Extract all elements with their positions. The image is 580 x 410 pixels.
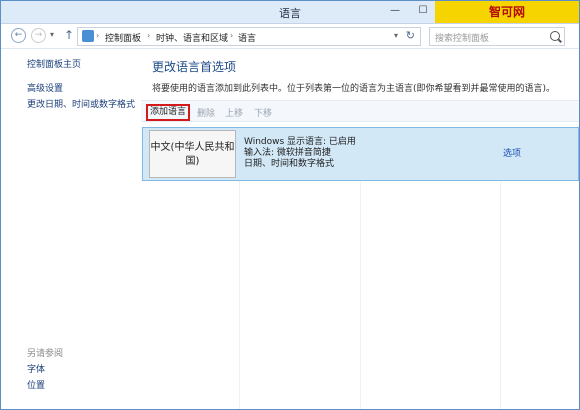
see-also-heading: 另请参阅 [27,349,64,359]
sidebar-advanced-settings-link[interactable]: 高级设置 [27,81,63,94]
title-bar: 语言 — ☐ 智可网 www.hzhike.com [1,1,579,41]
language-options-link[interactable]: 选项 [503,146,521,159]
breadcrumb-separator: › [96,31,100,40]
format-status: 日期、时间和数字格式 [244,159,335,169]
forward-button[interactable]: → [31,28,46,43]
main-content: 更改语言首选项 将要使用的语言添加到此列表中。位于列表第一位的语言为主语言(即你… [141,49,579,409]
column-divider [500,179,501,409]
language-toolbar: 添加语言 删除 上移 下移 [141,100,579,122]
display-language-status: Windows 显示语言: 已启用 [244,137,356,147]
breadcrumb-separator: › [147,31,151,40]
search-input[interactable]: 搜索控制面板 [429,27,565,46]
breadcrumb-language[interactable]: 语言 [238,31,256,44]
language-tile[interactable]: 中文(中华人民共和国) [149,130,236,178]
sidebar-home-link[interactable]: 控制面板主页 [27,57,81,70]
control-panel-icon [82,30,94,42]
sidebar-date-time-format-link[interactable]: 更改日期、时间或数字格式 [27,97,135,110]
language-details: Windows 显示语言: 已启用 输入法: 微软拼音简捷 日期、时间和数字格式 [244,137,356,170]
search-icon[interactable] [550,31,560,41]
input-method-status: 输入法: 微软拼音简捷 [244,148,331,158]
breadcrumb-separator: › [230,31,234,40]
watermark-logo: 智可网 www.hzhike.com [435,1,579,41]
sidebar: 控制面板主页 高级设置 更改日期、时间或数字格式 另请参阅 字体 位置 [1,49,141,409]
language-window: 语言 — ☐ 智可网 www.hzhike.com ← → ▾ ↑ › 控制面板… [0,0,580,410]
page-description: 将要使用的语言添加到此列表中。位于列表第一位的语言为主语言(即你希望看到并最常使… [152,84,556,94]
language-name: 中文(中华人民共和国) [150,142,235,167]
minimize-button[interactable]: — [384,4,406,18]
sidebar-location-link[interactable]: 位置 [27,378,45,391]
address-field[interactable]: › 控制面板 › 时钟、语言和区域 › 语言 ▾ ↻ [77,27,421,46]
breadcrumb-control-panel[interactable]: 控制面板 [105,31,141,44]
up-button[interactable]: ↑ [64,28,74,42]
page-title: 更改语言首选项 [152,60,237,74]
column-divider [360,179,361,409]
breadcrumb-clock-language-region[interactable]: 时钟、语言和区域 [156,31,228,44]
back-button[interactable]: ← [11,28,26,43]
maximize-button[interactable]: ☐ [412,4,434,18]
remove-button[interactable]: 删除 [197,106,215,119]
add-language-button[interactable]: 添加语言 [146,104,191,121]
recent-pages-dropdown[interactable]: ▾ [50,30,54,39]
refresh-icon[interactable]: ↻ [406,29,415,42]
language-list-item[interactable]: 中文(中华人民共和国) Windows 显示语言: 已启用 输入法: 微软拼音简… [142,127,579,181]
column-divider [239,179,240,409]
address-bar: ← → ▾ ↑ › 控制面板 › 时钟、语言和区域 › 语言 ▾ ↻ 搜索控制面… [1,24,579,49]
address-dropdown-icon[interactable]: ▾ [394,31,398,40]
sidebar-fonts-link[interactable]: 字体 [27,362,45,375]
move-down-button[interactable]: 下移 [254,106,272,119]
move-up-button[interactable]: 上移 [225,106,243,119]
search-placeholder: 搜索控制面板 [435,34,490,44]
